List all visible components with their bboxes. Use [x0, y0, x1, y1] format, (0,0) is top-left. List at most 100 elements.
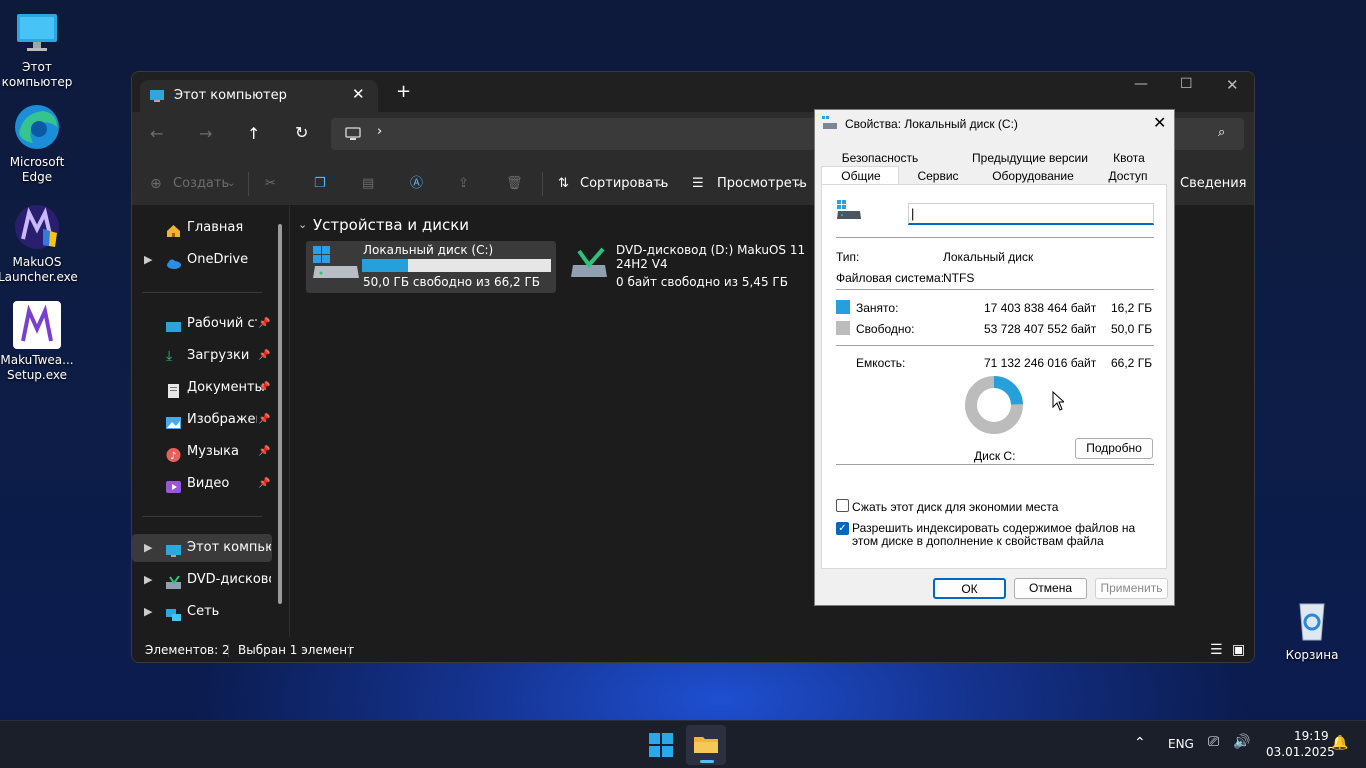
- paste-icon[interactable]: ▤: [362, 176, 374, 192]
- pin-icon[interactable]: 📌: [258, 342, 270, 370]
- text-cursor: |: [911, 206, 915, 221]
- start-button-icon[interactable]: [649, 733, 673, 757]
- new-icon[interactable]: ⊕: [150, 176, 162, 192]
- expand-chevron-icon[interactable]: ▶: [144, 534, 152, 562]
- cut-icon[interactable]: ✂: [265, 176, 276, 192]
- back-icon[interactable]: ←: [150, 124, 163, 143]
- tab-service[interactable]: Сервис: [903, 167, 973, 185]
- download-icon: ⤓: [166, 348, 173, 364]
- sidebar-item-this-pc[interactable]: ▶ Этот компьютер: [132, 534, 272, 562]
- pin-icon[interactable]: 📌: [258, 470, 270, 498]
- volume-icon[interactable]: 🔊: [1233, 734, 1250, 750]
- expand-chevron-icon[interactable]: ▶: [144, 598, 152, 626]
- tab-hardware[interactable]: Оборудование: [985, 167, 1081, 185]
- close-window-icon[interactable]: ✕: [1226, 76, 1239, 94]
- divider: [836, 237, 1154, 238]
- sidebar-item-desktop[interactable]: Рабочий стол 📌: [132, 310, 272, 338]
- up-icon[interactable]: ↑: [247, 124, 260, 143]
- language-indicator[interactable]: ENG: [1168, 737, 1194, 751]
- tiles-view-icon[interactable]: ▣: [1232, 637, 1245, 662]
- dialog-close-icon[interactable]: ✕: [1153, 113, 1166, 133]
- pin-icon[interactable]: 📌: [258, 406, 270, 434]
- tab-security[interactable]: Безопасность: [837, 149, 923, 167]
- desktop-icon-edge[interactable]: Microsoft Edge: [0, 103, 76, 185]
- selection-count: Выбран 1 элемент: [238, 643, 355, 657]
- sidebar-item-home[interactable]: Главная: [132, 214, 272, 242]
- network-status-icon[interactable]: ⎚: [1208, 734, 1219, 750]
- sidebar-item-dvd[interactable]: ▶ DVD-дисковод (D:): [132, 566, 272, 594]
- desktop-icon-label: Microsoft Edge: [9, 155, 65, 184]
- tab-previous-versions[interactable]: Предыдущие версии: [955, 149, 1105, 167]
- type-value: Локальный диск: [943, 250, 1034, 264]
- sidebar-item-onedrive[interactable]: ▶ OneDrive: [132, 246, 272, 274]
- tab-sharing[interactable]: Доступ: [1095, 167, 1161, 185]
- free-label: Свободно:: [856, 322, 915, 336]
- sidebar-item-music[interactable]: ♪ Музыка 📌: [132, 438, 272, 466]
- drive-free-text: 50,0 ГБ свободно из 66,2 ГБ: [363, 275, 541, 289]
- details-button[interactable]: Сведения: [1180, 176, 1247, 192]
- search-input[interactable]: ⌕: [1172, 118, 1244, 150]
- used-swatch: [836, 300, 850, 314]
- new-tab-icon[interactable]: +: [396, 83, 411, 101]
- drive-tile-d[interactable]: DVD-дисковод (D:) MakuOS 11 24H2 V4 0 ба…: [564, 241, 814, 293]
- taskbar-explorer-button[interactable]: [686, 725, 726, 765]
- clock-date[interactable]: 03.01.2025: [1266, 745, 1335, 759]
- desktop-icon-label: MakuTwea... Setup.exe: [0, 353, 74, 382]
- sidebar-item-network[interactable]: ▶ Сеть: [132, 598, 272, 626]
- breadcrumb-chevron-icon[interactable]: ›: [377, 124, 382, 139]
- nav-scrollbar[interactable]: [278, 224, 282, 604]
- mouse-cursor-icon: [1052, 391, 1064, 411]
- sidebar-item-downloads[interactable]: ⤓ Загрузки 📌: [132, 342, 272, 370]
- separator: [248, 172, 249, 196]
- rename-icon[interactable]: Ⓐ: [410, 176, 423, 192]
- notification-icon[interactable]: 🔔: [1331, 735, 1348, 751]
- drive-name: DVD-дисковод (D:) MakuOS 11 24H2 V4: [616, 243, 806, 271]
- cancel-button[interactable]: Отмена: [1014, 578, 1087, 599]
- type-label: Тип:: [836, 250, 860, 264]
- volume-label-input[interactable]: |: [908, 203, 1154, 225]
- used-label: Занято:: [856, 301, 899, 315]
- share-icon[interactable]: ⇪: [458, 176, 469, 192]
- pin-icon[interactable]: 📌: [258, 310, 270, 338]
- music-icon: ♪: [166, 445, 181, 462]
- view-chevron-icon: ⌄: [794, 178, 803, 189]
- tab-close-icon[interactable]: ✕: [352, 85, 365, 103]
- desktop-icon-this-pc[interactable]: Этот компьютер: [0, 8, 76, 90]
- clock-time[interactable]: 19:19: [1294, 729, 1329, 743]
- pin-icon[interactable]: 📌: [258, 438, 270, 466]
- drive-tile-c[interactable]: Локальный диск (C:) 50,0 ГБ свободно из …: [306, 241, 556, 293]
- expand-chevron-icon[interactable]: ▶: [144, 566, 152, 594]
- collapse-chevron-icon[interactable]: ⌄: [298, 218, 307, 231]
- local-disk-icon: [313, 246, 359, 278]
- refresh-icon[interactable]: ↻: [295, 123, 308, 142]
- local-disk-icon: [837, 200, 861, 219]
- sidebar-item-pictures[interactable]: Изображения 📌: [132, 406, 272, 434]
- free-bytes: 53 728 407 552 байт: [984, 322, 1097, 336]
- forward-icon[interactable]: →: [199, 124, 212, 143]
- apply-button[interactable]: Применить: [1095, 578, 1168, 599]
- nav-divider: [142, 292, 262, 293]
- create-button[interactable]: Создать: [173, 176, 229, 192]
- sidebar-item-videos[interactable]: Видео 📌: [132, 470, 272, 498]
- ok-button[interactable]: ОК: [933, 578, 1006, 599]
- desktop-icon-makutweaker[interactable]: MakuTwea... Setup.exe: [0, 301, 76, 383]
- tab-this-pc[interactable]: Этот компьютер ✕: [140, 80, 378, 112]
- details-view-icon[interactable]: ☰: [1210, 637, 1223, 662]
- details-button[interactable]: Подробно: [1075, 438, 1153, 459]
- monitor-icon: [13, 8, 61, 56]
- desktop-icon-makuos-launcher[interactable]: MakuOS Launcher.exe: [0, 203, 78, 285]
- minimize-icon[interactable]: —: [1134, 76, 1148, 92]
- show-hidden-icons-icon[interactable]: ⌃: [1134, 735, 1146, 751]
- expand-chevron-icon[interactable]: ▶: [144, 246, 152, 274]
- delete-icon[interactable]: 🗑: [506, 176, 523, 192]
- compress-checkbox[interactable]: [836, 499, 849, 512]
- pin-icon[interactable]: 📌: [258, 374, 270, 402]
- index-checkbox[interactable]: ✓: [836, 522, 849, 535]
- maximize-icon[interactable]: ☐: [1180, 76, 1193, 92]
- address-field[interactable]: ›: [331, 118, 817, 150]
- desktop-icon-recycle-bin[interactable]: Корзина: [1273, 596, 1351, 663]
- tab-general[interactable]: Общие: [821, 166, 899, 186]
- tab-quota[interactable]: Квота: [1103, 149, 1155, 167]
- copy-icon[interactable]: ❐: [314, 176, 326, 192]
- sidebar-item-documents[interactable]: Документы 📌: [132, 374, 272, 402]
